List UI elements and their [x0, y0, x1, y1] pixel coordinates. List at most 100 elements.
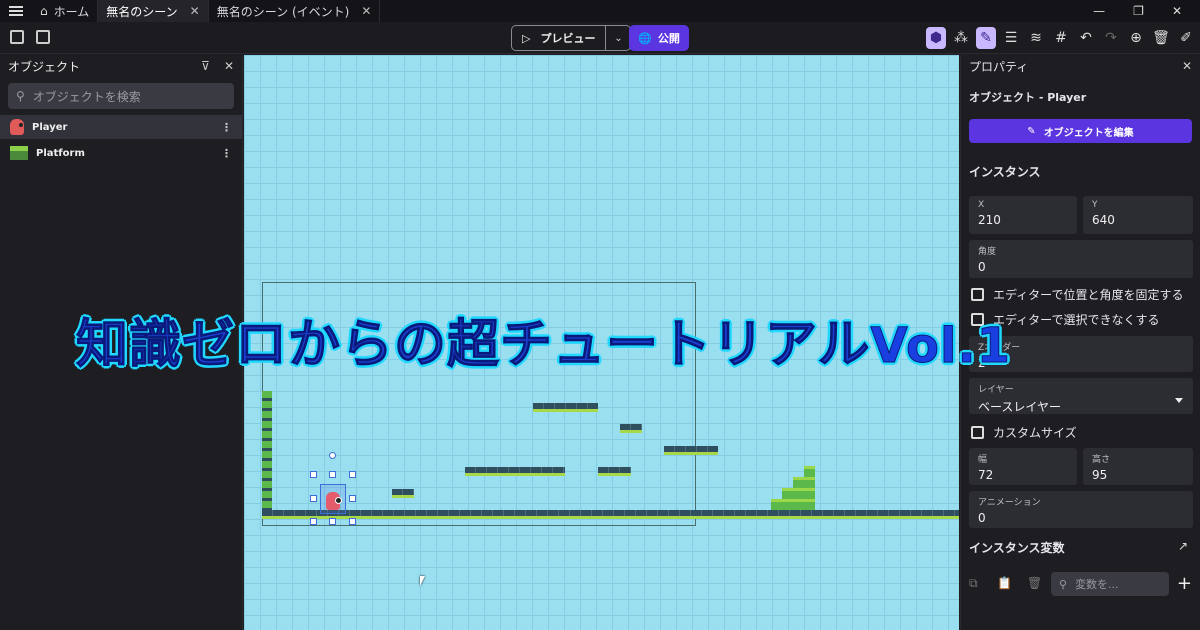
width-label: 幅	[978, 455, 988, 465]
animation-field[interactable]: アニメーション 0	[969, 491, 1193, 528]
grid-icon[interactable]: #	[1051, 27, 1071, 49]
close-window-icon[interactable]: ✕	[1172, 4, 1182, 18]
toolbar: ▷ プレビュー ⌄ 🌐 公開 ⬢ ⁂ ✎ ☰ ≋ # ↶ ↷ ⊕ 🗑 ✐	[0, 22, 1200, 54]
custom-size-checkbox[interactable]: カスタムサイズ	[971, 424, 1077, 441]
undo-icon[interactable]: ↶	[1076, 27, 1096, 49]
redo-icon[interactable]: ↷	[1101, 27, 1121, 49]
home-icon: ⌂	[40, 4, 48, 18]
resize-handle[interactable]	[349, 471, 356, 478]
overlay-title: 知識ゼロからの超チュートリアルVol.1	[75, 302, 1012, 377]
ground-platform[interactable]	[262, 510, 959, 519]
player-instance[interactable]	[326, 492, 342, 510]
resize-handle[interactable]	[349, 518, 356, 525]
objects-group-icon[interactable]: ⁂	[951, 27, 971, 49]
properties-title: プロパティ	[969, 59, 1029, 74]
edit-scene-icon[interactable]: ✐	[1176, 27, 1196, 49]
var-search-placeholder: 変数を...	[1075, 578, 1119, 591]
y-field[interactable]: Y 640	[1083, 196, 1193, 234]
stair-block[interactable]	[804, 488, 815, 499]
maximize-icon[interactable]: ❐	[1133, 4, 1144, 18]
object-item-platform[interactable]: Platform ⋮	[0, 141, 242, 165]
resize-handle[interactable]	[329, 471, 336, 478]
add-icon[interactable]: +	[1177, 573, 1192, 594]
close-icon[interactable]: ✕	[190, 4, 200, 18]
stair-block[interactable]	[782, 488, 793, 499]
rotation-handle[interactable]	[329, 452, 336, 459]
custom-size-label: カスタムサイズ	[993, 426, 1077, 440]
play-icon: ▷	[522, 31, 531, 45]
panels-icon[interactable]	[10, 30, 24, 44]
object-item-player[interactable]: Player ⋮	[0, 115, 242, 139]
pencil-icon: ✎	[1027, 125, 1036, 137]
resize-handle[interactable]	[310, 495, 317, 502]
stair-block[interactable]	[771, 499, 782, 510]
x-value: 210	[978, 213, 1001, 227]
close-icon[interactable]: ✕	[1182, 59, 1192, 73]
stair-block[interactable]	[804, 499, 815, 510]
minimize-icon[interactable]: —	[1093, 4, 1105, 18]
resize-handle[interactable]	[329, 518, 336, 525]
height-field[interactable]: 高さ 95	[1083, 448, 1193, 485]
paste-icon[interactable]: 📋	[997, 576, 1012, 590]
chevron-down-icon[interactable]: ⌄	[606, 26, 630, 50]
preview-label: プレビュー	[540, 32, 596, 45]
platform[interactable]	[664, 446, 718, 455]
angle-field[interactable]: 角度 0	[969, 240, 1193, 278]
copy-icon[interactable]: ⧉	[969, 576, 978, 591]
resize-handle[interactable]	[349, 495, 356, 502]
overlay-title-text: 知識ゼロからの超チュートリアル	[75, 315, 871, 376]
cube-icon[interactable]: ⬢	[926, 27, 946, 49]
platform[interactable]	[392, 489, 414, 498]
tab-scene-events[interactable]: 無名のシーン (イベント) ✕	[209, 0, 381, 22]
platform[interactable]	[598, 467, 631, 476]
object-search-input[interactable]: ⚲ オブジェクトを検索	[8, 83, 234, 109]
height-label: 高さ	[1092, 455, 1111, 465]
lock-position-checkbox[interactable]: エディターで位置と角度を固定する	[971, 286, 1183, 303]
resize-handle[interactable]	[310, 518, 317, 525]
delete-icon[interactable]: 🗑	[1027, 576, 1042, 590]
edit-object-button[interactable]: ✎ オブジェクトを編集	[969, 119, 1192, 143]
tab-label: ホーム	[53, 4, 90, 19]
publish-button[interactable]: 🌐 公開	[629, 25, 689, 51]
more-icon[interactable]: ⋮	[221, 121, 232, 134]
close-icon[interactable]: ✕	[361, 4, 371, 18]
animation-value: 0	[978, 511, 986, 525]
layers-icon[interactable]: ≋	[1026, 27, 1046, 49]
stair-block[interactable]	[804, 477, 815, 488]
platform[interactable]	[533, 403, 598, 412]
instance-vars-title: インスタンス変数	[969, 541, 1065, 555]
stair-block[interactable]	[782, 499, 793, 510]
pencil-icon[interactable]: ✎	[976, 27, 996, 49]
layer-value: ベースレイヤー	[978, 400, 1062, 414]
more-icon[interactable]: ⋮	[221, 147, 232, 160]
search-icon: ⚲	[1059, 577, 1068, 591]
publish-label: 公開	[657, 32, 680, 45]
tab-home[interactable]: ⌂ ホーム	[32, 0, 99, 22]
save-icon[interactable]	[36, 30, 50, 44]
menu-button[interactable]	[0, 0, 32, 22]
platform[interactable]	[620, 424, 642, 433]
stair-block[interactable]	[793, 477, 804, 488]
platform[interactable]	[465, 467, 565, 476]
hamburger-icon	[9, 6, 23, 16]
x-field[interactable]: X 210	[969, 196, 1077, 234]
player-thumbnail	[10, 119, 24, 135]
animation-label: アニメーション	[978, 498, 1041, 508]
stair-block[interactable]	[804, 466, 815, 477]
stair-block[interactable]	[793, 499, 804, 510]
tab-scene[interactable]: 無名のシーン ✕	[98, 0, 209, 22]
trash-icon[interactable]: 🗑	[1151, 27, 1171, 49]
width-field[interactable]: 幅 72	[969, 448, 1077, 485]
list-icon[interactable]: ☰	[1001, 27, 1021, 49]
overlay-vol: Vol.1	[870, 318, 1012, 375]
resize-handle[interactable]	[310, 471, 317, 478]
preview-button[interactable]: ▷ プレビュー	[512, 26, 607, 50]
zoom-icon[interactable]: ⊕	[1126, 27, 1146, 49]
layer-select[interactable]: レイヤー ベースレイヤー	[969, 378, 1193, 414]
stair-block[interactable]	[793, 488, 804, 499]
filter-icon[interactable]: ⊽	[201, 59, 210, 73]
variable-search-input[interactable]: ⚲ 変数を...	[1051, 572, 1169, 596]
close-icon[interactable]: ✕	[224, 59, 234, 73]
preview-group: ▷ プレビュー ⌄	[511, 25, 632, 51]
open-external-icon[interactable]: ↗	[1178, 539, 1188, 553]
